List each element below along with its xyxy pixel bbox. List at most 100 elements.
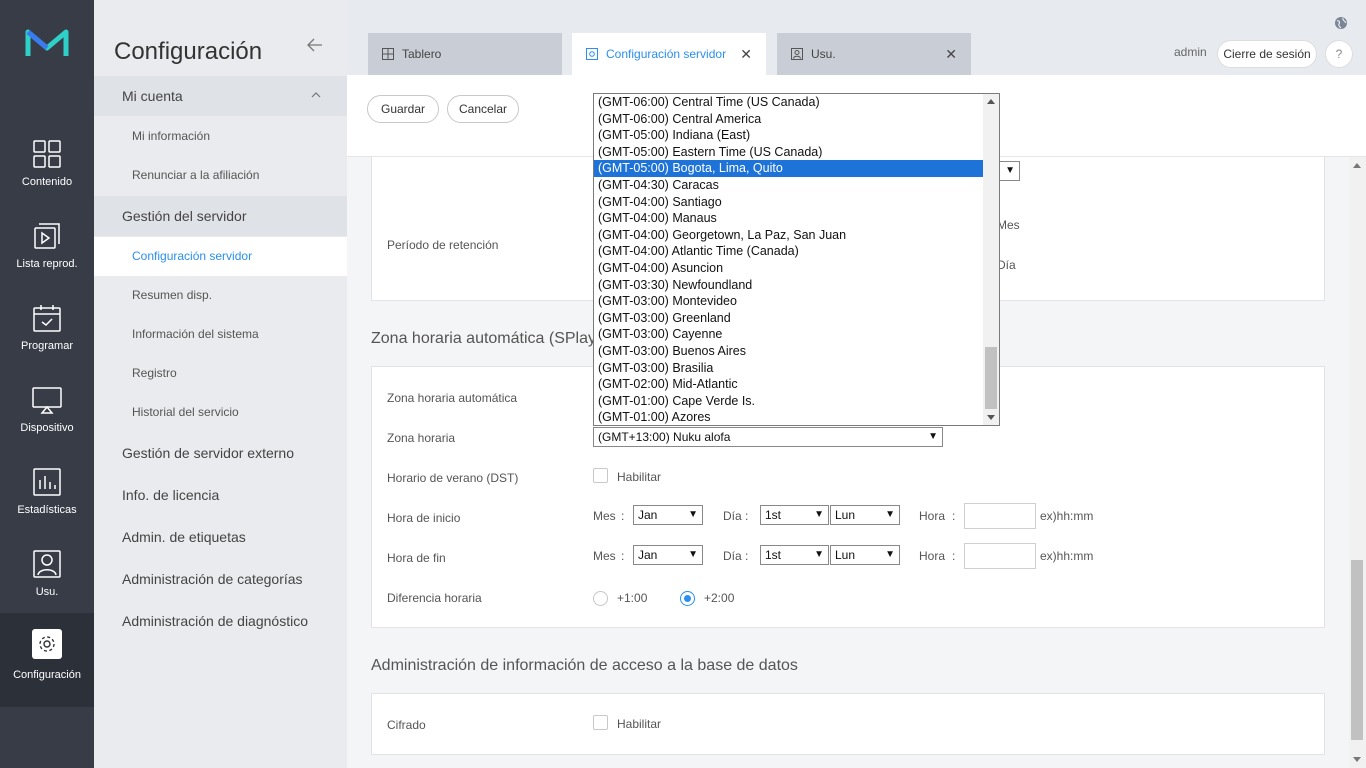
sidebar-item-renunciar[interactable]: Renunciar a la afiliación bbox=[94, 156, 347, 195]
tab-label: Usu. bbox=[811, 47, 836, 61]
end-hour-hint: ex)hh:mm bbox=[1040, 549, 1094, 563]
sidebar-item-registro[interactable]: Registro bbox=[94, 354, 347, 393]
dropdown-arrow-icon: ▼ bbox=[688, 549, 698, 560]
nav-item-configuracion[interactable]: Configuración bbox=[0, 613, 94, 707]
start-month-label: Mes bbox=[593, 509, 616, 523]
gear-icon bbox=[586, 48, 598, 60]
close-icon[interactable]: ✕ bbox=[740, 33, 752, 75]
nav-item-programar[interactable]: Programar bbox=[0, 292, 94, 374]
sidebar-group-categorias[interactable]: Administración de categorías bbox=[94, 559, 347, 599]
start-weekday-select[interactable]: Lun ▼ bbox=[830, 505, 900, 525]
logo-icon bbox=[25, 29, 69, 56]
sidebar-group-label: Admin. de etiquetas bbox=[122, 529, 246, 545]
start-hour-input[interactable] bbox=[964, 503, 1036, 529]
colon-label: : bbox=[745, 509, 749, 523]
sidebar-group-diagnostico[interactable]: Administración de diagnóstico bbox=[94, 601, 347, 641]
timezone-option[interactable]: (GMT-02:00) Mid-Atlantic bbox=[594, 376, 983, 393]
timezone-option[interactable]: (GMT-04:00) Atlantic Time (Canada) bbox=[594, 243, 983, 260]
dst-enable-label: Habilitar bbox=[617, 470, 662, 484]
close-icon[interactable]: ✕ bbox=[945, 33, 957, 75]
help-button[interactable]: ? bbox=[1325, 40, 1353, 68]
timezone-option[interactable]: (GMT-05:00) Bogota, Lima, Quito bbox=[594, 160, 983, 177]
start-hour-hint: ex)hh:mm bbox=[1040, 509, 1094, 523]
tab-tablero[interactable]: Tablero bbox=[368, 33, 562, 75]
nav-item-usu[interactable]: Usu. bbox=[0, 538, 94, 620]
sidebar-group-mi-cuenta[interactable]: Mi cuenta bbox=[94, 76, 347, 116]
globe-icon[interactable] bbox=[1334, 16, 1348, 30]
sidebar-group-servidor-externo[interactable]: Gestión de servidor externo bbox=[94, 433, 347, 473]
end-hour-input[interactable] bbox=[964, 543, 1036, 569]
timezone-option[interactable]: (GMT-03:30) Newfoundland bbox=[594, 277, 983, 294]
timezone-option[interactable]: (GMT-03:00) Greenland bbox=[594, 310, 983, 327]
dropdown-arrow-icon: ▼ bbox=[1005, 165, 1015, 176]
sidebar-item-label: Información del sistema bbox=[132, 327, 259, 341]
end-month-select[interactable]: Jan ▼ bbox=[633, 545, 703, 565]
nav-item-contenido[interactable]: Contenido bbox=[0, 128, 94, 210]
sidebar-item-mi-informacion[interactable]: Mi información bbox=[94, 117, 347, 156]
sidebar-item-label: Resumen disp. bbox=[132, 288, 213, 302]
end-day-select[interactable]: 1st ▼ bbox=[760, 545, 829, 565]
sidebar-group-gestion-servidor[interactable]: Gestión del servidor bbox=[94, 196, 347, 236]
timezone-option[interactable]: (GMT-05:00) Eastern Time (US Canada) bbox=[594, 144, 983, 161]
end-weekday-select[interactable]: Lun ▼ bbox=[830, 545, 900, 565]
timezone-option[interactable]: (GMT-04:00) Manaus bbox=[594, 210, 983, 227]
timezone-option[interactable]: (GMT-06:00) Central Time (US Canada) bbox=[594, 94, 983, 111]
grid-icon bbox=[33, 140, 61, 168]
nav-item-lista-reprod[interactable]: Lista reprod. bbox=[0, 210, 94, 292]
timezone-option[interactable]: (GMT-03:00) Buenos Aires bbox=[594, 343, 983, 360]
nav-item-dispositivo[interactable]: Dispositivo bbox=[0, 374, 94, 456]
timezone-option[interactable]: (GMT-04:00) Santiago bbox=[594, 194, 983, 211]
auto-timezone-label: Zona horaria automática bbox=[387, 391, 518, 405]
logout-button[interactable]: Cierre de sesión bbox=[1217, 40, 1317, 68]
sidebar-group-licencia[interactable]: Info. de licencia bbox=[94, 475, 347, 515]
sidebar-group-etiquetas[interactable]: Admin. de etiquetas bbox=[94, 517, 347, 557]
tab-usu[interactable]: Usu. ✕ bbox=[777, 33, 971, 75]
timezone-option[interactable]: (GMT-03:00) Cayenne bbox=[594, 326, 983, 343]
start-month-select[interactable]: Jan ▼ bbox=[633, 505, 703, 525]
timezone-option[interactable]: (GMT-05:00) Indiana (East) bbox=[594, 127, 983, 144]
timezone-select[interactable]: (GMT+13:00) Nuku alofa ▼ bbox=[593, 427, 943, 447]
username-label: admin bbox=[1174, 45, 1207, 59]
select-value: Lun bbox=[835, 508, 856, 522]
timezone-option[interactable]: (GMT-04:30) Caracas bbox=[594, 177, 983, 194]
sidebar-item-label: Mi información bbox=[132, 129, 211, 143]
scroll-thumb[interactable] bbox=[985, 347, 997, 409]
start-day-select[interactable]: 1st ▼ bbox=[760, 505, 829, 525]
dropdown-scrollbar[interactable] bbox=[983, 94, 999, 425]
timezone-option[interactable]: (GMT-03:00) Montevideo bbox=[594, 293, 983, 310]
nav-item-estadisticas[interactable]: Estadísticas bbox=[0, 456, 94, 538]
monitor-icon bbox=[32, 387, 62, 414]
sidebar-item-informacion-sistema[interactable]: Información del sistema bbox=[94, 315, 347, 354]
offset-1-label: +1:00 bbox=[617, 591, 648, 605]
calendar-icon bbox=[33, 305, 61, 332]
timezone-option[interactable]: (GMT-01:00) Azores bbox=[594, 409, 983, 425]
dst-enable-checkbox[interactable] bbox=[593, 468, 608, 483]
dst-label: Horario de verano (DST) bbox=[387, 471, 519, 485]
sidebar-group-label: Gestión del servidor bbox=[122, 208, 247, 224]
scroll-up-icon[interactable] bbox=[1353, 163, 1361, 168]
encrypt-enable-checkbox[interactable] bbox=[593, 715, 608, 730]
timezone-dropdown-list[interactable]: (GMT-06:00) Central Time (US Canada) (GMT… bbox=[593, 93, 1000, 426]
timezone-option[interactable]: (GMT-01:00) Cape Verde Is. bbox=[594, 393, 983, 410]
scroll-thumb[interactable] bbox=[1351, 560, 1363, 740]
sidebar-item-configuracion-servidor[interactable]: Configuración servidor bbox=[94, 237, 347, 276]
tab-configuracion-servidor[interactable]: Configuración servidor ✕ bbox=[572, 33, 766, 75]
timezone-option[interactable]: (GMT-04:00) Georgetown, La Paz, San Juan bbox=[594, 227, 983, 244]
timezone-option[interactable]: (GMT-06:00) Central America bbox=[594, 111, 983, 128]
retention-select-tail[interactable]: ▼ bbox=[997, 161, 1020, 181]
cancel-button[interactable]: Cancelar bbox=[447, 95, 519, 123]
save-button[interactable]: Guardar bbox=[367, 95, 439, 123]
timezone-option[interactable]: (GMT-04:00) Asuncion bbox=[594, 260, 983, 277]
scroll-down-icon[interactable] bbox=[987, 415, 995, 420]
offset-2-radio[interactable] bbox=[680, 591, 695, 606]
start-day-label: Día bbox=[723, 509, 742, 523]
scroll-down-icon[interactable] bbox=[1353, 757, 1361, 762]
main-scrollbar[interactable] bbox=[1349, 157, 1366, 768]
arrow-left-icon[interactable] bbox=[306, 36, 324, 54]
sidebar-item-historial-servicio[interactable]: Historial del servicio bbox=[94, 393, 347, 432]
scroll-up-icon[interactable] bbox=[987, 99, 995, 104]
timezone-option[interactable]: (GMT-03:00) Brasilia bbox=[594, 360, 983, 377]
sidebar-item-resumen-disp[interactable]: Resumen disp. bbox=[94, 276, 347, 315]
offset-1-radio[interactable] bbox=[593, 591, 608, 606]
icon-nav: Contenido Lista reprod. Programar Dispos… bbox=[0, 0, 94, 768]
